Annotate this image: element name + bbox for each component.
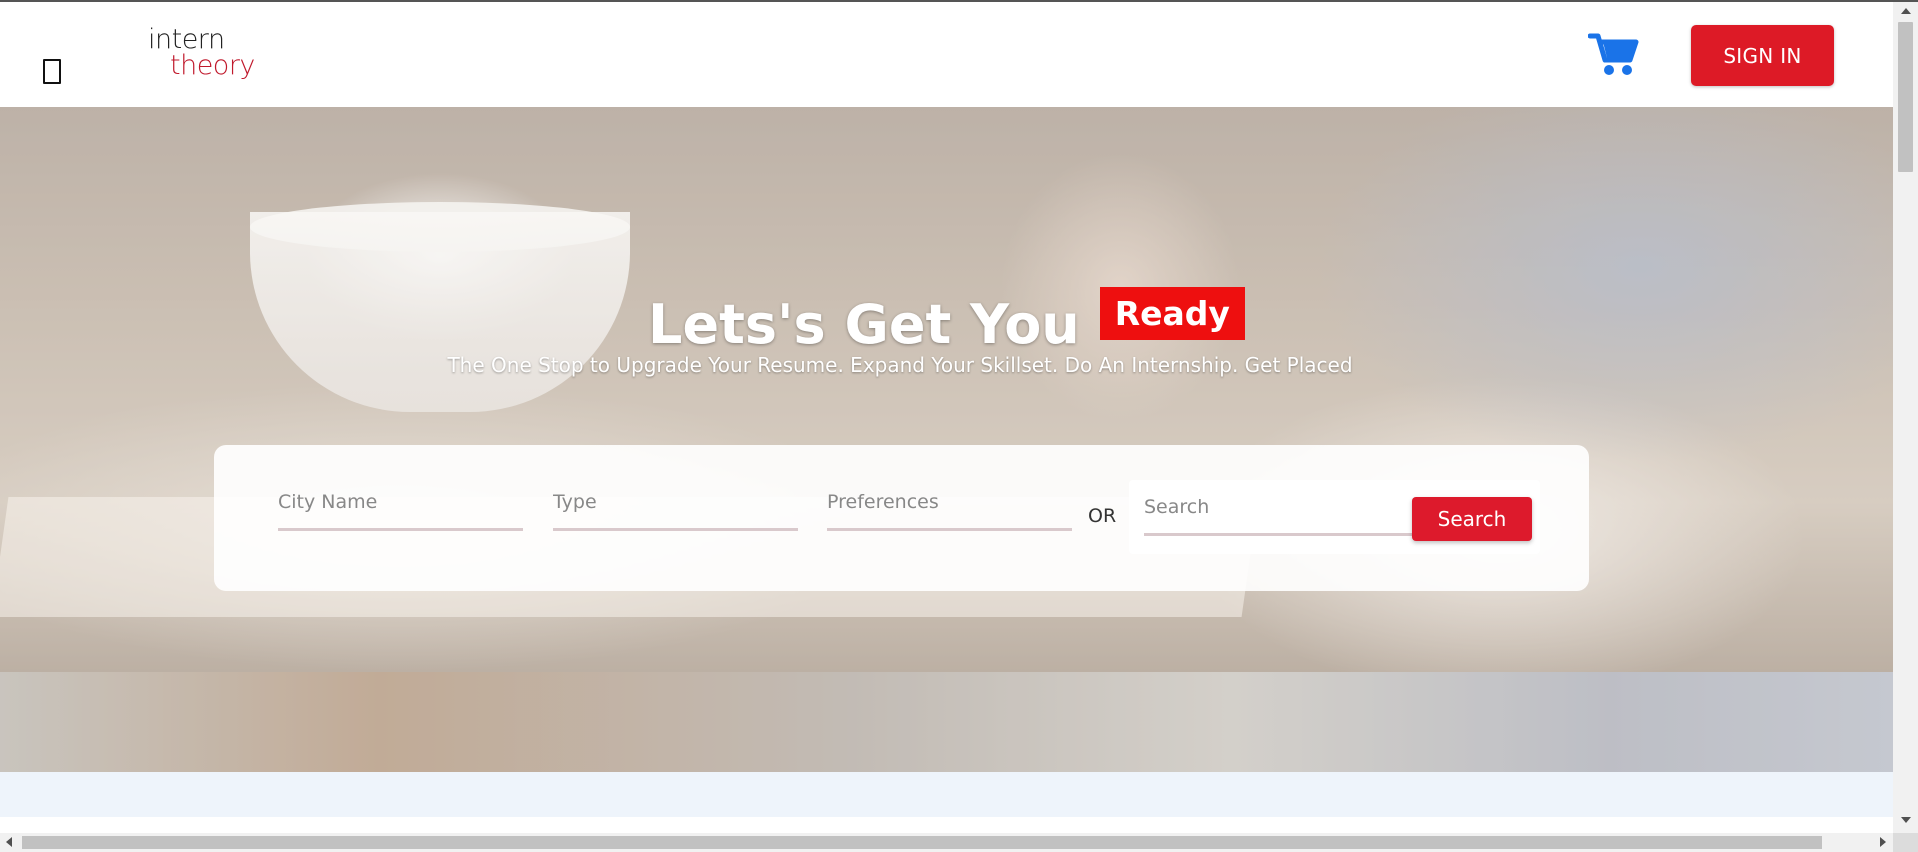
hero-title: Lets's Get You Ready xyxy=(0,287,1893,356)
horizontal-scrollbar[interactable] xyxy=(0,833,1893,852)
preferences-input[interactable] xyxy=(827,479,1072,525)
logo-text-line2: theory xyxy=(170,50,255,81)
search-field xyxy=(1144,484,1424,536)
vertical-scroll-thumb[interactable] xyxy=(1898,22,1913,172)
scroll-down-arrow-icon[interactable] xyxy=(1901,817,1911,823)
navbar: intern theory SIGN IN xyxy=(0,2,1893,107)
hero-title-text: Lets's Get You xyxy=(648,293,1080,356)
city-field xyxy=(278,479,523,531)
content-section-top xyxy=(0,772,1893,817)
secondary-banner xyxy=(0,672,1893,772)
search-input[interactable] xyxy=(1144,484,1424,530)
hero-section: Lets's Get You Ready The One Stop to Upgr… xyxy=(0,107,1893,672)
page-viewport: intern theory SIGN IN Lets's Get You Read… xyxy=(0,2,1893,833)
hero-subtitle: The One Stop to Upgrade Your Resume. Exp… xyxy=(447,353,1353,377)
secondary-banner-overlay xyxy=(0,672,1893,772)
scroll-right-arrow-icon[interactable] xyxy=(1880,837,1886,847)
hamburger-icon[interactable] xyxy=(43,59,61,84)
type-input[interactable] xyxy=(553,479,798,525)
shopping-cart-icon[interactable] xyxy=(1587,30,1640,78)
scroll-up-arrow-icon[interactable] xyxy=(1901,8,1911,14)
sign-in-button[interactable]: SIGN IN xyxy=(1691,25,1834,86)
scrollbar-corner xyxy=(1893,833,1918,852)
search-button[interactable]: Search xyxy=(1412,497,1532,541)
city-name-input[interactable] xyxy=(278,479,523,525)
preferences-field xyxy=(827,479,1072,531)
or-label: OR xyxy=(1088,505,1117,527)
logo[interactable]: intern theory xyxy=(148,24,258,86)
scroll-left-arrow-icon[interactable] xyxy=(6,837,12,847)
hero-title-badge: Ready xyxy=(1099,287,1245,340)
vertical-scrollbar[interactable] xyxy=(1893,2,1918,833)
horizontal-scroll-thumb[interactable] xyxy=(22,836,1822,849)
search-card: OR xyxy=(214,445,1589,591)
type-field xyxy=(553,479,798,531)
